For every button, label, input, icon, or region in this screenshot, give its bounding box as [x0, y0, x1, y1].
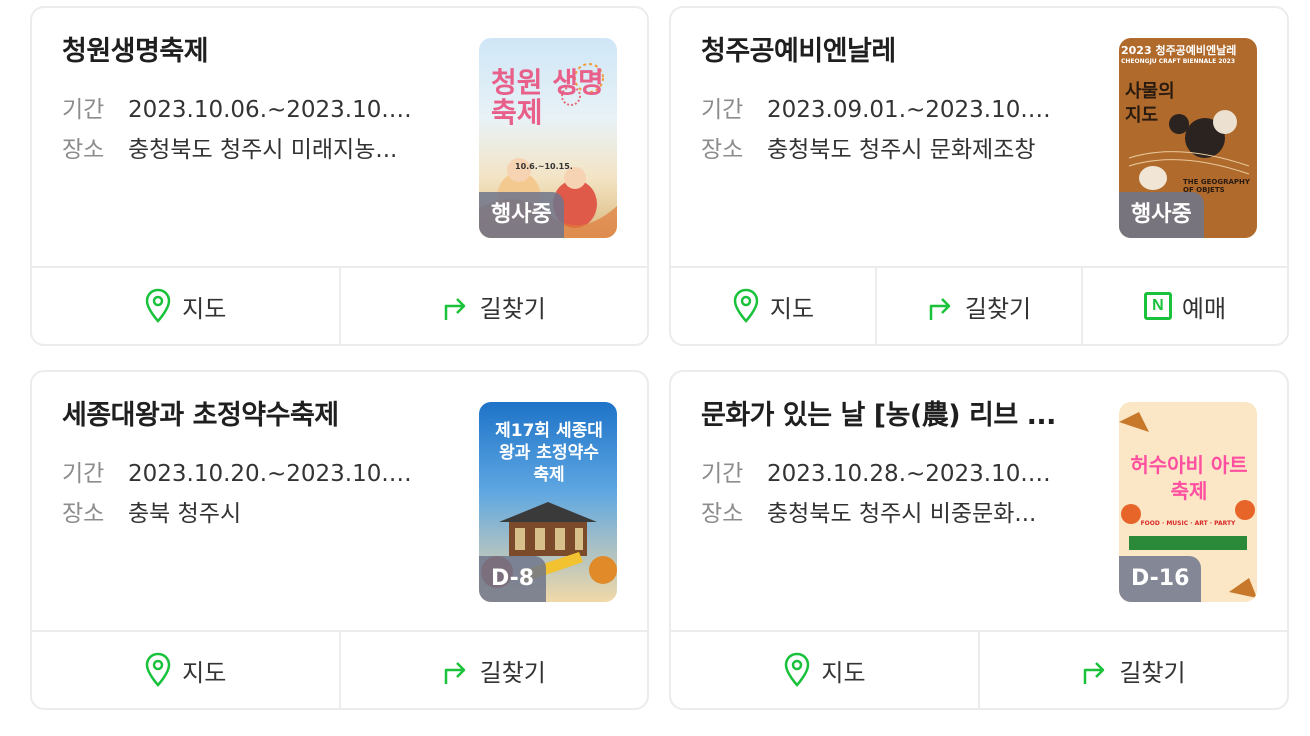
period-value: 2023.09.01.~2023.10.15.	[767, 97, 1057, 123]
place-value: 충청북도 청주시 비중문화...	[767, 501, 1037, 527]
map-pin-icon	[144, 288, 172, 324]
festival-card-grid: 청원생명축제 기간 2023.10.06.~2023.10.15. 장소 충청북도 …	[0, 0, 1310, 736]
event-title[interactable]: 문화가 있는 날 [농(農) 리브 ...	[701, 398, 1101, 434]
map-button-label: 지도	[821, 658, 866, 687]
card-actions: 지도 길찾기	[32, 266, 647, 344]
event-card[interactable]: 청주공예비엔날레 기간 2023.09.01.~2023.10.15. 장소 충청북…	[669, 6, 1289, 346]
period-label: 기간	[62, 97, 105, 123]
poster-title: 허수아비 아트축제	[1130, 453, 1248, 503]
event-info[interactable]: 청주공예비엔날레 기간 2023.09.01.~2023.10.15. 장소 충청북…	[671, 8, 1287, 270]
period-value: 2023.10.20.~2023.10.22.	[128, 461, 418, 487]
event-title[interactable]: 청원생명축제	[62, 34, 462, 70]
event-info[interactable]: 문화가 있는 날 [농(農) 리브 ... 기간 2023.10.28.~2023…	[671, 372, 1287, 634]
place-value: 충청북도 청주시 문화제조창	[767, 137, 1036, 163]
event-title[interactable]: 청주공예비엔날레	[701, 34, 1101, 70]
place-row: 장소 충북 청주시	[62, 498, 241, 530]
period-label: 기간	[701, 461, 744, 487]
period-row: 기간 2023.10.28.~2023.10.28.	[701, 458, 1057, 490]
card-actions: 지도 길찾기 N 예매	[671, 266, 1287, 344]
map-button[interactable]: 지도	[671, 632, 978, 708]
map-button[interactable]: 지도	[671, 268, 875, 344]
map-button-label: 지도	[182, 658, 227, 687]
period-row: 기간 2023.10.20.~2023.10.22.	[62, 458, 418, 490]
place-row: 장소 충청북도 청주시 미래지농...	[62, 134, 397, 166]
event-title[interactable]: 세종대왕과 초정약수축제	[62, 398, 462, 434]
ticket-button-label: 예매	[1181, 294, 1227, 323]
period-value: 2023.10.28.~2023.10.28.	[767, 461, 1057, 487]
place-row: 장소 충청북도 청주시 비중문화...	[701, 498, 1036, 530]
event-poster[interactable]: 제17회 세종대왕과 초정약수축제 D-8	[479, 402, 617, 602]
status-badge: 행사중	[1119, 192, 1204, 238]
card-actions: 지도 길찾기	[671, 630, 1287, 708]
map-button-label: 지도	[182, 294, 227, 323]
directions-button-label: 길찾기	[1119, 658, 1186, 687]
ticket-button[interactable]: N 예매	[1081, 268, 1287, 344]
place-row: 장소 충청북도 청주시 문화제조창	[701, 134, 1036, 166]
turn-right-arrow-icon	[927, 290, 955, 322]
directions-button-label: 길찾기	[964, 294, 1032, 323]
turn-right-arrow-icon	[442, 290, 470, 322]
map-pin-icon	[783, 652, 811, 688]
turn-right-arrow-icon	[442, 654, 470, 686]
period-row: 기간 2023.09.01.~2023.10.15.	[701, 94, 1057, 126]
poster-subtitle: CHEONGJU CRAFT BIENNALE 2023	[1121, 58, 1236, 65]
place-label: 장소	[701, 501, 744, 527]
event-poster[interactable]: 2023 청주공예비엔날레 CHEONGJU CRAFT BIENNALE 20…	[1119, 38, 1257, 238]
event-poster[interactable]: 청원 생명 축제 10.6.~10.15. 행사중	[479, 38, 617, 238]
map-button-label: 지도	[769, 294, 815, 323]
poster-subtitle: FOOD · MUSIC · ART · PARTY	[1140, 520, 1236, 527]
map-button[interactable]: 지도	[32, 632, 339, 708]
status-badge: D-16	[1119, 556, 1202, 602]
place-value: 충북 청주시	[128, 501, 242, 527]
event-info[interactable]: 세종대왕과 초정약수축제 기간 2023.10.20.~2023.10.22. 장…	[32, 372, 647, 634]
directions-button[interactable]: 길찾기	[875, 268, 1081, 344]
poster-title: 제17회 세종대왕과 초정약수축제	[495, 421, 603, 485]
poster-title: 청원 생명 축제	[491, 66, 604, 129]
place-label: 장소	[62, 501, 105, 527]
map-pin-icon	[144, 652, 172, 688]
directions-button[interactable]: 길찾기	[338, 632, 648, 708]
event-poster[interactable]: 허수아비 아트축제 FOOD · MUSIC · ART · PARTY D-1…	[1119, 402, 1257, 602]
card-actions: 지도 길찾기	[32, 630, 647, 708]
period-value: 2023.10.06.~2023.10.15.	[128, 97, 418, 123]
status-badge: 행사중	[479, 192, 564, 238]
event-info[interactable]: 청원생명축제 기간 2023.10.06.~2023.10.15. 장소 충청북도 …	[32, 8, 647, 270]
event-card[interactable]: 청원생명축제 기간 2023.10.06.~2023.10.15. 장소 충청북도 …	[30, 6, 649, 346]
map-pin-icon	[732, 288, 760, 324]
directions-button-label: 길찾기	[479, 294, 546, 323]
event-card[interactable]: 세종대왕과 초정약수축제 기간 2023.10.20.~2023.10.22. 장…	[30, 370, 649, 710]
directions-button-label: 길찾기	[479, 658, 546, 687]
directions-button[interactable]: 길찾기	[338, 268, 648, 344]
poster-title: 2023 청주공예비엔날레	[1121, 44, 1237, 57]
map-button[interactable]: 지도	[32, 268, 339, 344]
period-label: 기간	[62, 461, 105, 487]
place-value: 충청북도 청주시 미래지농...	[128, 137, 398, 163]
period-label: 기간	[701, 97, 744, 123]
place-label: 장소	[62, 137, 105, 163]
naver-n-icon: N	[1143, 292, 1172, 320]
poster-date: 10.6.~10.15.	[515, 162, 573, 171]
poster-main-title: 사물의 지도	[1125, 81, 1175, 126]
directions-button[interactable]: 길찾기	[978, 632, 1287, 708]
turn-right-arrow-icon	[1081, 654, 1109, 686]
status-badge: D-8	[479, 556, 547, 602]
period-row: 기간 2023.10.06.~2023.10.15.	[62, 94, 418, 126]
event-card[interactable]: 문화가 있는 날 [농(農) 리브 ... 기간 2023.10.28.~2023…	[669, 370, 1289, 710]
place-label: 장소	[701, 137, 744, 163]
